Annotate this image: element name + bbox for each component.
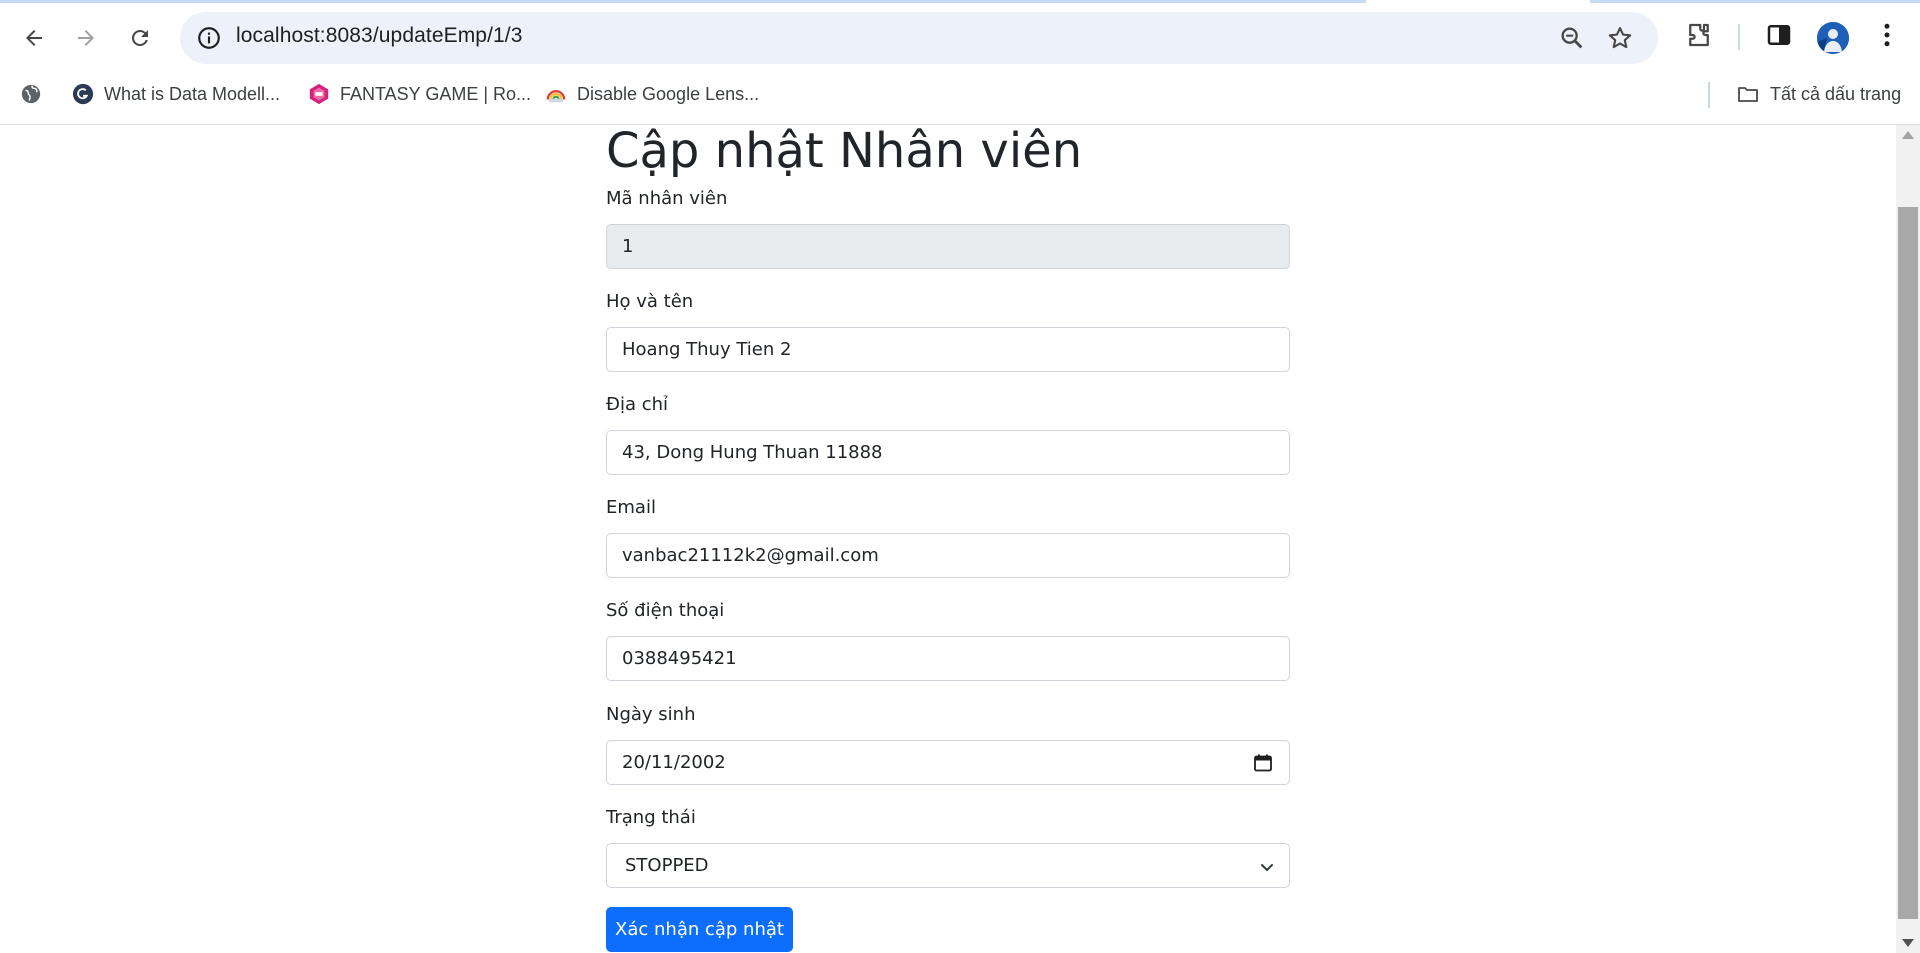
phone-label: Số điện thoại xyxy=(606,600,725,621)
status-label: Trạng thái xyxy=(606,807,696,828)
bookmark-label: Disable Google Lens... xyxy=(577,83,760,104)
browser-toolbar: localhost:8083/updateEmp/1/3 What is Dat… xyxy=(0,0,1920,125)
birth-date-value: 20/11/2002 xyxy=(622,752,726,773)
all-bookmarks-button[interactable]: Tất cả dấu trang xyxy=(1736,78,1901,110)
avatar-image-icon xyxy=(1817,22,1849,54)
bookmark-label: What is Data Modell... xyxy=(104,83,281,104)
arrow-right-icon xyxy=(78,30,94,46)
birth-date-input[interactable]: 20/11/2002 xyxy=(606,740,1290,785)
reload-icon xyxy=(132,29,148,46)
tab-strip-edge-right xyxy=(1590,0,1920,3)
bookmark-star-icon[interactable] xyxy=(1606,24,1634,52)
calendar-icon[interactable] xyxy=(1253,753,1273,773)
status-selected-value: STOPPED xyxy=(625,855,709,876)
url-text[interactable]: localhost:8083/updateEmp/1/3 xyxy=(236,24,523,48)
page-title: Cập nhật Nhân viên xyxy=(606,125,1083,179)
back-button[interactable] xyxy=(14,18,54,58)
page-content: Cập nhật Nhân viên Mã nhân viên 1 Họ và … xyxy=(0,125,1896,953)
scroll-down-arrow-icon[interactable] xyxy=(1902,939,1914,947)
email-label: Email xyxy=(606,497,656,518)
vertical-scrollbar[interactable] xyxy=(1896,125,1920,953)
bookmark-item-data-modelling[interactable]: What is Data Modell... xyxy=(72,78,280,110)
fantasy-game-favicon-icon xyxy=(309,83,329,105)
phone-input[interactable]: 0388495421 xyxy=(606,636,1290,681)
address-input[interactable]: 43, Dong Hung Thuan 11888 xyxy=(606,430,1290,475)
all-bookmarks-label: Tất cả dấu trang xyxy=(1770,83,1902,104)
folder-icon xyxy=(1738,87,1758,102)
zoom-icon[interactable] xyxy=(1558,24,1586,52)
more-options-icon[interactable] xyxy=(1872,20,1902,50)
bookmark-item-disable-google-lens[interactable]: Disable Google Lens... xyxy=(545,78,759,110)
chevron-down-icon xyxy=(1261,864,1273,871)
full-name-input[interactable]: Hoang Thuy Tien 2 xyxy=(606,327,1290,372)
data-modelling-favicon-icon xyxy=(72,83,94,105)
scroll-up-arrow-icon[interactable] xyxy=(1902,131,1914,139)
bookmark-label: FANTASY GAME | Ro... xyxy=(340,83,532,104)
bookmarks-divider xyxy=(1708,82,1710,108)
employee-id-field: 1 xyxy=(606,224,1290,269)
forward-button[interactable] xyxy=(66,18,106,58)
status-select[interactable]: STOPPED xyxy=(606,843,1290,888)
address-label: Địa chỉ xyxy=(606,394,669,415)
profile-avatar[interactable] xyxy=(1817,22,1849,54)
side-panel-icon[interactable] xyxy=(1764,20,1794,50)
toolbar-divider xyxy=(1738,24,1740,50)
email-input[interactable]: vanbac21112k2@gmail.com xyxy=(606,533,1290,578)
rainbow-favicon-icon xyxy=(546,90,566,103)
bookmark-item-fantasy-game[interactable]: FANTASY GAME | Ro... xyxy=(308,78,531,110)
birth-date-label: Ngày sinh xyxy=(606,704,696,725)
arrow-left-icon xyxy=(26,30,42,46)
address-bar[interactable]: localhost:8083/updateEmp/1/3 xyxy=(180,12,1658,64)
reload-button[interactable] xyxy=(120,18,160,58)
confirm-update-button[interactable]: Xác nhận cập nhật xyxy=(606,907,793,952)
scrollbar-thumb[interactable] xyxy=(1898,207,1918,919)
employee-id-label: Mã nhân viên xyxy=(606,188,728,209)
bookmarks-bar: What is Data Modell... FANTASY GAME | Ro… xyxy=(0,78,1920,110)
site-info-icon[interactable] xyxy=(196,25,222,51)
extensions-puzzle-icon[interactable] xyxy=(1684,20,1714,50)
apps-globe-icon[interactable] xyxy=(20,83,42,105)
tab-strip-edge xyxy=(0,0,1366,3)
full-name-label: Họ và tên xyxy=(606,291,694,312)
